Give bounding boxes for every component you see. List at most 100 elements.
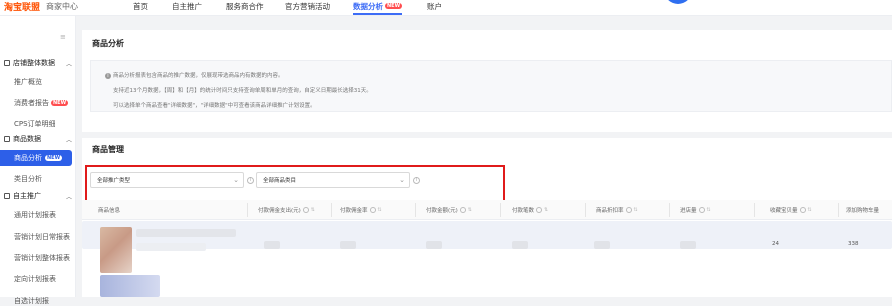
cart-count: 338 xyxy=(848,241,859,247)
cell-redacted xyxy=(264,241,280,249)
chevron-up-icon: ︿ xyxy=(65,60,72,68)
sidebar-item-custom-plan-report[interactable]: 自选计划报 xyxy=(14,296,49,306)
column-label: 付款佣金率 xyxy=(340,208,368,214)
sidebar-item-label: 营销计划日常报表 xyxy=(14,233,70,241)
notice-text: 商品分析报表包含商品的推广数据，仅展现带选商品内有数据的内容。 xyxy=(113,73,284,79)
sidebar-group-self-promotion[interactable]: 自主推广 ︿ xyxy=(4,191,72,201)
column-header[interactable]: 付款佣金率 ⇅ xyxy=(340,206,382,214)
sidebar-item-product-analysis[interactable]: 商品分析 NEW xyxy=(0,150,72,166)
column-label: 付款金额(元) xyxy=(426,208,458,214)
column-divider xyxy=(838,203,839,217)
logo[interactable]: 淘宝联盟 商家中心 xyxy=(4,0,79,13)
product-thumbnail-secondary xyxy=(100,275,160,297)
store-data-icon xyxy=(4,60,10,66)
logo-subtitle: 商家中心 xyxy=(46,1,79,11)
sidebar: ≡ 店铺整体数据 ︿ 推广概览 消费者报告 NEW CPS订单明细 商品数据 ︿… xyxy=(0,16,76,305)
nav-data-analysis-label: 数据分析 xyxy=(353,1,383,11)
sidebar-item-label: 营销计划整体报表 xyxy=(14,254,70,262)
sidebar-item-label: 消费者报告 xyxy=(14,99,49,107)
sidebar-item-label: 自选计划报 xyxy=(14,297,49,305)
cell-redacted xyxy=(512,241,528,249)
sidebar-group-label: 商品数据 xyxy=(13,135,41,143)
sidebar-group-store-data[interactable]: 店铺整体数据 ︿ xyxy=(4,58,72,68)
product-title-redacted xyxy=(136,229,236,237)
highlight-annotation-box xyxy=(85,165,505,202)
info-icon: i xyxy=(105,72,111,79)
nav-self-promotion-label: 自主推广 xyxy=(172,1,202,11)
column-divider xyxy=(500,203,501,217)
page-title: 商品分析 xyxy=(92,39,124,48)
sort-icon[interactable]: ⇅ xyxy=(634,207,638,213)
table-header: 商品信息 付款佣金支出(元) ⇅ 付款佣金率 ⇅ 付款金额(元) ⇅ 付款笔数 ⇅ 商品… xyxy=(82,200,892,220)
sort-icon[interactable]: ⇅ xyxy=(378,207,382,213)
column-header: 商品信息 xyxy=(98,206,120,214)
table-row[interactable]: 24 338 xyxy=(82,221,892,297)
new-badge: NEW xyxy=(51,100,69,106)
nav-home[interactable]: 首页 xyxy=(133,0,148,12)
chevron-up-icon: ︿ xyxy=(65,136,72,144)
chevron-up-icon: ︿ xyxy=(65,193,72,201)
sidebar-item-promotion-overview[interactable]: 推广概览 xyxy=(14,77,42,87)
sort-icon[interactable]: ⇅ xyxy=(468,207,472,213)
sidebar-item-general-plan-report[interactable]: 通用计划报表 xyxy=(14,210,56,220)
sidebar-item-label: 商品分析 xyxy=(14,154,42,162)
help-icon[interactable] xyxy=(698,207,705,213)
nav-self-promotion[interactable]: 自主推广 xyxy=(172,0,202,12)
nav-service-partners[interactable]: 服务商合作 xyxy=(226,0,264,12)
nav-data-analysis[interactable]: 数据分析 NEW xyxy=(353,0,403,15)
help-icon[interactable] xyxy=(369,207,376,213)
product-meta-redacted xyxy=(136,243,206,251)
column-label: 商品折扣率 xyxy=(596,208,624,214)
nav-official-marketing[interactable]: 官方营销活动 xyxy=(285,0,330,12)
column-header[interactable]: 付款笔数 ⇅ xyxy=(512,206,548,214)
cell-redacted xyxy=(680,241,696,249)
nav-service-partners-label: 服务商合作 xyxy=(226,1,264,11)
column-header[interactable]: 收藏宝贝量 ⇅ xyxy=(770,206,812,214)
sort-icon[interactable]: ⇅ xyxy=(808,207,812,213)
help-icon[interactable] xyxy=(799,207,806,213)
nav-account[interactable]: 账户 xyxy=(427,0,442,12)
column-header[interactable]: 添加购物车量 xyxy=(846,206,879,214)
column-header[interactable]: 进店量 ⇅ xyxy=(680,206,711,214)
nav-home-label: 首页 xyxy=(133,1,148,11)
sort-icon[interactable]: ⇅ xyxy=(544,207,548,213)
sidebar-item-category-analysis[interactable]: 类目分析 xyxy=(14,174,42,184)
sidebar-item-marketing-daily-report[interactable]: 营销计划日常报表 xyxy=(14,232,70,242)
sidebar-item-label: 通用计划报表 xyxy=(14,211,56,219)
nav-official-marketing-label: 官方营销活动 xyxy=(285,1,330,11)
notice-line-1: i 商品分析报表包含商品的推广数据，仅展现带选商品内有数据的内容。 xyxy=(105,71,284,79)
sidebar-group-label: 店铺整体数据 xyxy=(13,59,55,67)
column-label: 商品信息 xyxy=(98,208,121,214)
sidebar-item-marketing-overall-report[interactable]: 营销计划整体报表 xyxy=(14,253,70,263)
column-header[interactable]: 付款金额(元) ⇅ xyxy=(426,206,472,214)
help-icon[interactable] xyxy=(625,207,632,213)
sidebar-item-consumer-report[interactable]: 消费者报告 NEW xyxy=(14,98,69,108)
product-data-icon xyxy=(4,136,10,142)
collapse-sidebar-icon[interactable]: ≡ xyxy=(60,33,66,41)
sidebar-group-product-data[interactable]: 商品数据 ︿ xyxy=(4,134,72,144)
column-label: 付款笔数 xyxy=(512,208,535,214)
column-divider xyxy=(415,203,416,217)
sidebar-item-label: 定向计划报表 xyxy=(14,275,56,283)
sidebar-item-targeted-plan-report[interactable]: 定向计划报表 xyxy=(14,274,56,284)
sidebar-group-label: 自主推广 xyxy=(13,192,41,200)
column-label: 添加购物车量 xyxy=(846,208,880,214)
sort-icon[interactable]: ⇅ xyxy=(311,207,315,213)
notice-line-2: 支持近13个月数据，【周】和【月】的统计时间只支持查询单周和单月的查询，自定义日… xyxy=(113,88,372,94)
sidebar-item-cps-orders[interactable]: CPS订单明细 xyxy=(14,119,56,129)
column-label: 收藏宝贝量 xyxy=(770,208,798,214)
help-icon[interactable] xyxy=(302,207,309,213)
info-notice: i 商品分析报表包含商品的推广数据，仅展现带选商品内有数据的内容。 支持近13个月… xyxy=(90,60,892,112)
column-label: 进店量 xyxy=(680,208,697,214)
notice-line-3: 可以选择单个商品查看"详细数据"，"详细数据"中可查看该商品详细推广计划设置。 xyxy=(113,103,316,109)
help-icon[interactable] xyxy=(536,207,543,213)
product-thumbnail[interactable] xyxy=(100,227,132,273)
floating-action-button[interactable] xyxy=(664,0,692,4)
column-header[interactable]: 商品折扣率 ⇅ xyxy=(596,206,638,214)
help-icon[interactable] xyxy=(459,207,466,213)
column-header[interactable]: 付款佣金支出(元) ⇅ xyxy=(258,206,315,214)
new-badge: NEW xyxy=(385,3,403,9)
sort-icon[interactable]: ⇅ xyxy=(707,207,711,213)
cell-redacted xyxy=(426,241,442,249)
sidebar-item-label: 类目分析 xyxy=(14,175,42,183)
